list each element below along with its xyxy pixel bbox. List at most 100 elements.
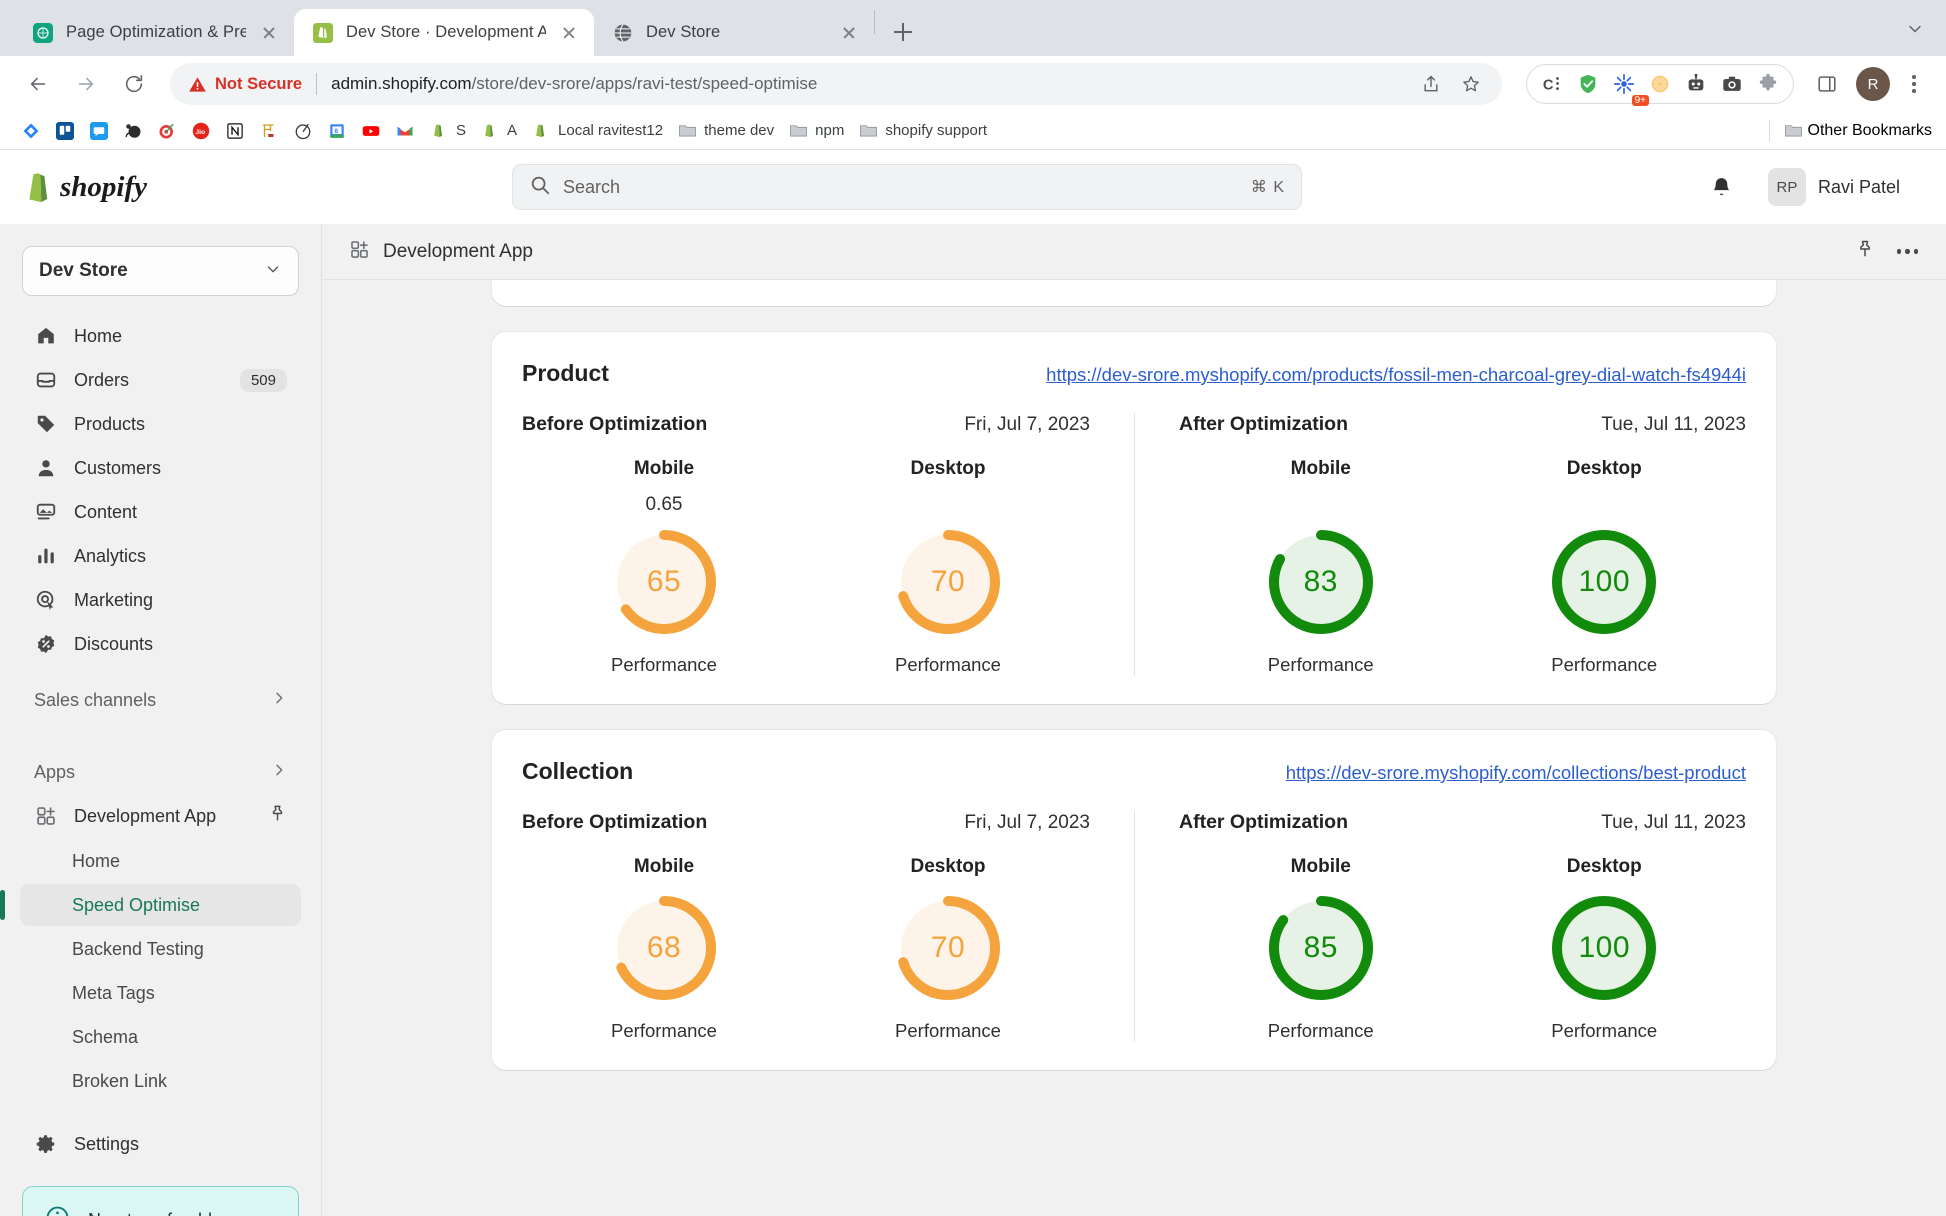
info-circle-icon <box>45 1205 70 1216</box>
new-tab-button[interactable] <box>883 12 923 52</box>
folder-icon <box>1784 121 1804 141</box>
bookmark-item[interactable] <box>388 117 422 145</box>
bookmark-item[interactable]: Jio <box>184 117 218 145</box>
bookmark-item[interactable] <box>354 117 388 145</box>
reload-icon[interactable] <box>112 62 156 106</box>
gauge-value: 100 <box>1578 565 1631 598</box>
search-input[interactable]: Search ⌘ K <box>512 164 1302 210</box>
close-icon[interactable] <box>838 22 860 44</box>
results-card-collection: Collection https://dev-srore.myshopify.c… <box>492 730 1776 1070</box>
sidebar-item-content[interactable]: Content <box>20 492 301 532</box>
chevron-down-icon[interactable] <box>1892 6 1938 52</box>
close-icon[interactable] <box>558 22 580 44</box>
bookmark-item[interactable] <box>116 117 150 145</box>
camera-icon[interactable] <box>1715 67 1749 101</box>
device-label: Desktop <box>910 856 986 877</box>
robot-icon[interactable] <box>1679 67 1713 101</box>
metric-label: Performance <box>1267 654 1374 675</box>
sidebar-item-schema[interactable]: Schema <box>20 1016 301 1058</box>
c-extension-icon[interactable]: C <box>1535 67 1569 101</box>
url-actions <box>1414 67 1492 101</box>
bookmark-item[interactable] <box>218 117 252 145</box>
sidebar-item-label: Orders <box>74 369 130 390</box>
back-icon[interactable] <box>16 62 60 106</box>
results-card-product: Product https://dev-srore.myshopify.com/… <box>492 332 1776 704</box>
pin-icon[interactable] <box>268 804 287 828</box>
sidebar-item-marketing[interactable]: Marketing <box>20 580 301 620</box>
bookmark-folder[interactable]: theme dev <box>670 117 781 145</box>
bookmark-item[interactable] <box>150 117 184 145</box>
adguard-shield-icon[interactable] <box>1571 67 1605 101</box>
sidebar-item-development-app[interactable]: Development App <box>20 794 301 838</box>
bookmark-item[interactable]: S <box>422 117 473 145</box>
sidebar-group-label: Apps <box>34 761 76 782</box>
bookmark-label: Local ravitest12 <box>558 122 664 139</box>
gear-icon <box>34 1132 58 1156</box>
sidebar-item-meta-tags[interactable]: Meta Tags <box>20 972 301 1014</box>
three-dot-menu-icon[interactable] <box>1896 249 1918 254</box>
bell-icon[interactable] <box>1701 166 1743 208</box>
lemon-icon[interactable] <box>1643 67 1677 101</box>
close-icon[interactable] <box>258 22 280 44</box>
scroll-area[interactable]: Performance Performance <box>322 280 1946 1216</box>
shopify-top-bar: shopify Search ⌘ K RP Ravi Patel <box>0 150 1946 224</box>
shopify-logo[interactable]: shopify <box>22 168 322 206</box>
profile-avatar[interactable]: R <box>1856 67 1890 101</box>
bookmark-item[interactable]: 8 <box>320 117 354 145</box>
three-dot-menu-icon[interactable] <box>1898 67 1930 101</box>
gauge-value: 100 <box>1578 931 1631 964</box>
security-status[interactable]: Not Secure <box>188 75 302 94</box>
gauge-row: Mobile 0.65 65 Performance Desktop 70 Pe… <box>522 458 1090 676</box>
folder-icon <box>858 121 878 141</box>
collection-url-link[interactable]: https://dev-srore.myshopify.com/collecti… <box>1286 762 1746 784</box>
bookmark-item[interactable] <box>48 117 82 145</box>
gauge-cell-mobile: Mobile 83 Performance <box>1179 458 1463 676</box>
tab-title: Dev Store <box>646 23 721 41</box>
gauge-value: 65 <box>646 565 682 598</box>
bookmark-star-icon[interactable] <box>1454 67 1488 101</box>
user-menu[interactable]: RP Ravi Patel <box>1763 163 1912 211</box>
store-selector[interactable]: Dev Store <box>22 246 299 296</box>
bookmark-item[interactable] <box>82 117 116 145</box>
sidebar-item-app-home[interactable]: Home <box>20 840 301 882</box>
side-panel-icon[interactable] <box>1810 67 1844 101</box>
browser-tab-1[interactable]: Page Optimization & Preloading <box>14 9 294 56</box>
browser-tab-2[interactable]: Dev Store · Development App · <box>294 9 594 56</box>
bookmark-item[interactable]: Local ravitest12 <box>524 117 670 145</box>
sidebar-item-backend-testing[interactable]: Backend Testing <box>20 928 301 970</box>
sidebar-item-discounts[interactable]: Discounts <box>20 624 301 664</box>
forward-icon[interactable] <box>64 62 108 106</box>
sidebar-item-speed-optimise[interactable]: Speed Optimise <box>0 884 301 926</box>
before-label: Before Optimization <box>522 811 708 833</box>
search-icon <box>529 174 551 201</box>
sidebar-item-settings[interactable]: Settings <box>20 1124 301 1164</box>
bookmark-item[interactable]: A <box>473 117 524 145</box>
bookmark-folder[interactable]: shopify support <box>851 117 994 145</box>
bookmark-item[interactable] <box>286 117 320 145</box>
device-label: Desktop <box>910 458 986 479</box>
puzzle-extensions-icon[interactable] <box>1751 67 1785 101</box>
after-column: After Optimization Tue, Jul 11, 2023 Mob… <box>1134 413 1746 676</box>
pin-icon[interactable] <box>1855 239 1875 264</box>
bookmark-item[interactable] <box>14 117 48 145</box>
sidebar-item-products[interactable]: Products <box>20 404 301 444</box>
sidebar-item-home[interactable]: Home <box>20 316 301 356</box>
sidebar-item-customers[interactable]: Customers <box>20 448 301 488</box>
bookmark-item[interactable] <box>252 117 286 145</box>
sidebar-group-sales-channels[interactable]: Sales channels <box>20 678 301 722</box>
before-date: Fri, Jul 7, 2023 <box>964 812 1090 833</box>
bookmark-label: theme dev <box>704 122 775 139</box>
other-bookmarks[interactable]: Other Bookmarks <box>1759 119 1932 142</box>
share-icon[interactable] <box>1414 67 1448 101</box>
url-bar[interactable]: Not Secure admin.shopify.com/store/dev-s… <box>170 63 1502 105</box>
sidebar-item-analytics[interactable]: Analytics <box>20 536 301 576</box>
gauge-performance: 100 <box>1548 892 1660 1004</box>
browser-tab-3[interactable]: Dev Store <box>594 9 874 56</box>
product-url-link[interactable]: https://dev-srore.myshopify.com/products… <box>1046 364 1746 386</box>
grammarly-icon[interactable]: 9+ <box>1607 67 1649 106</box>
sidebar-group-apps[interactable]: Apps <box>20 750 301 794</box>
sidebar-item-broken-link[interactable]: Broken Link <box>20 1060 301 1102</box>
gauge-value: 70 <box>930 565 966 598</box>
sidebar-item-orders[interactable]: Orders 509 <box>20 360 301 400</box>
bookmark-folder[interactable]: npm <box>781 117 851 145</box>
